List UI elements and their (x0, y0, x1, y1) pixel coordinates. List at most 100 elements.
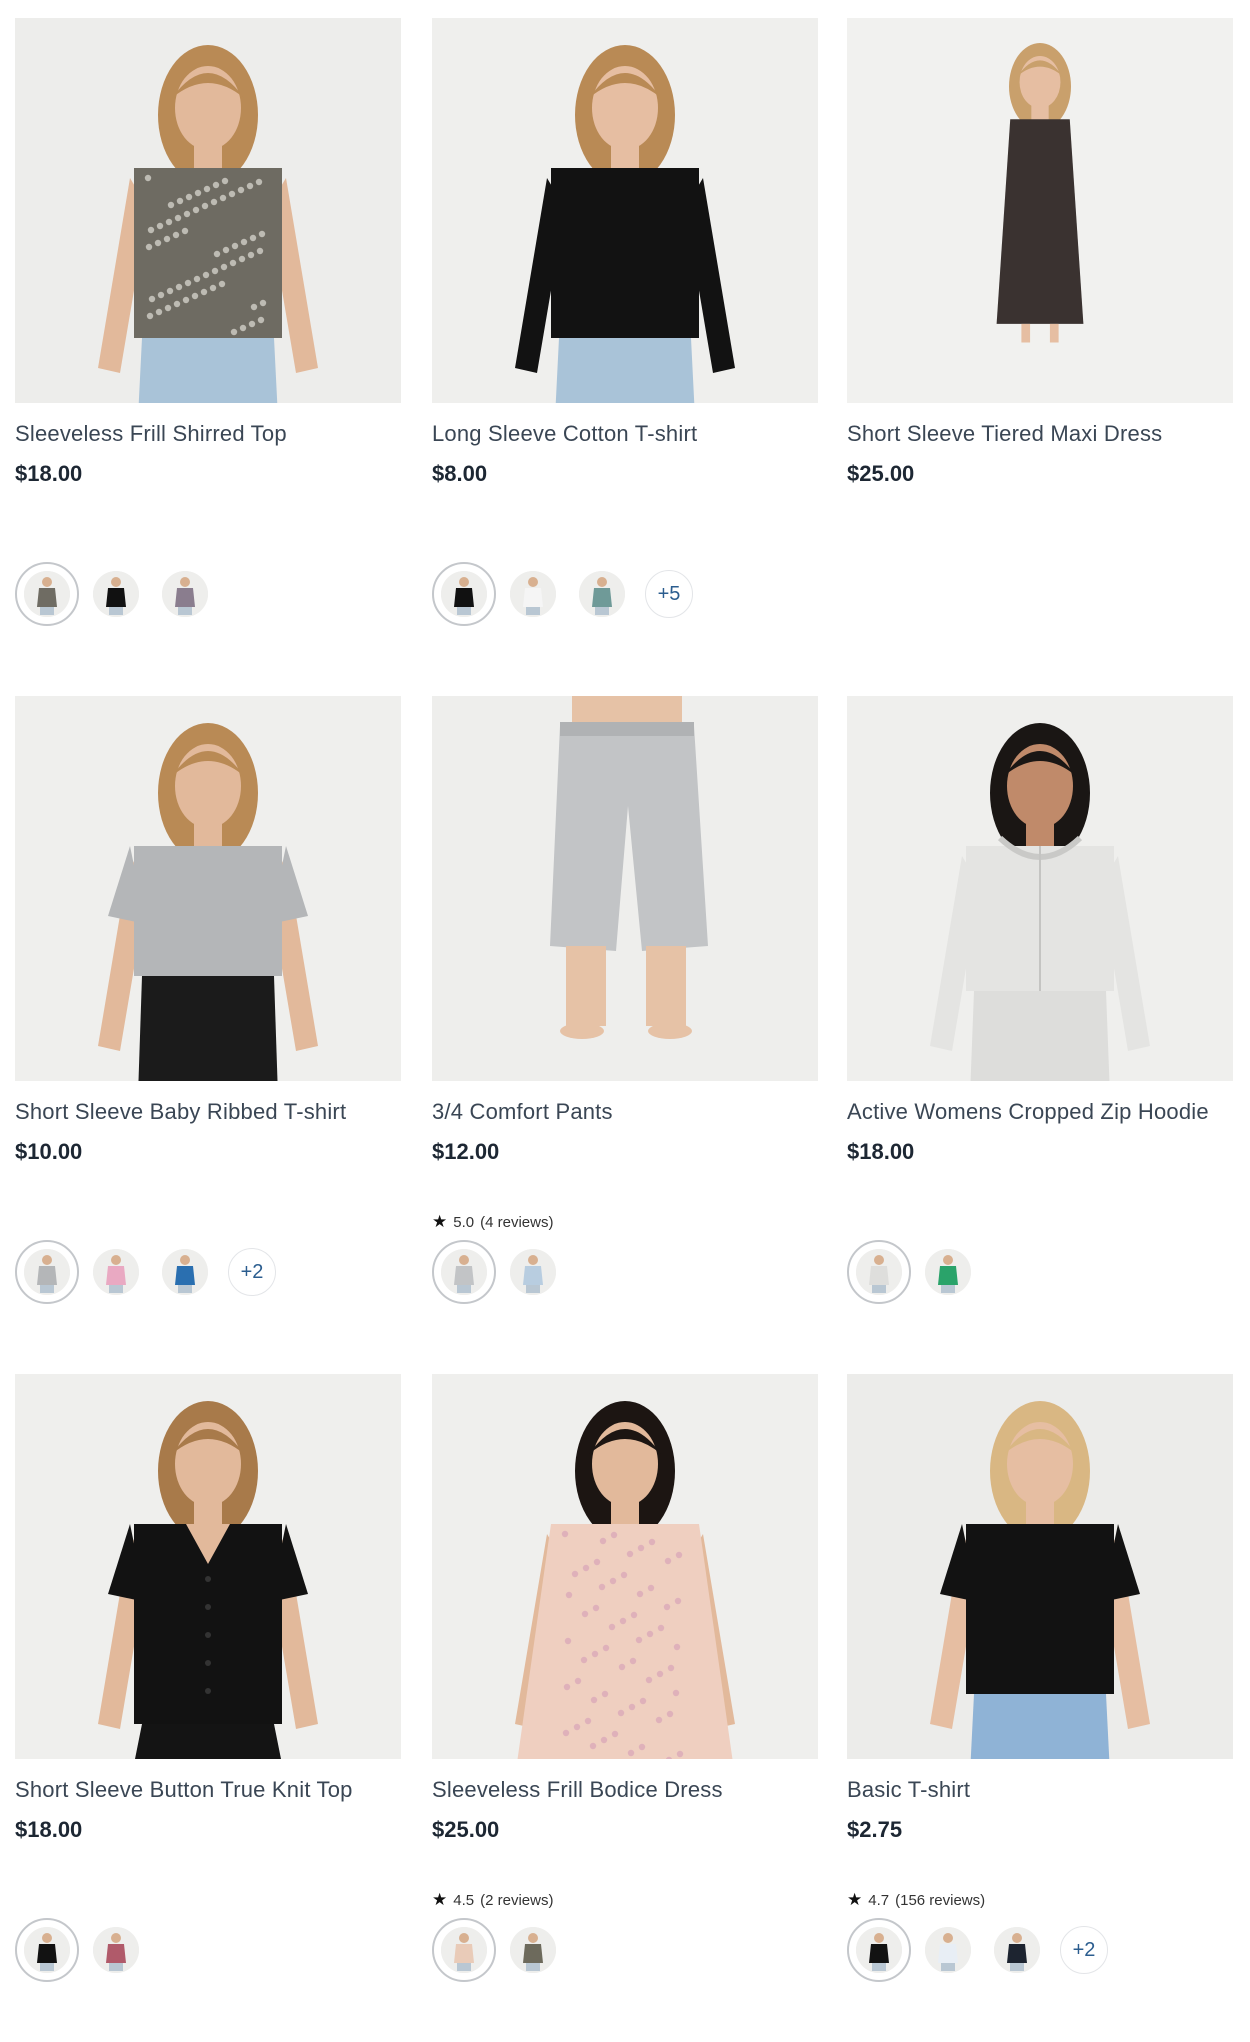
swatch-thumbnail (579, 571, 625, 617)
rating-review-count[interactable]: (156 reviews) (895, 1892, 985, 1909)
color-swatches: +2 (15, 1240, 276, 1304)
swatch-thumbnail (441, 1249, 487, 1295)
color-swatch[interactable] (432, 1240, 496, 1304)
product-price: $18.00 (847, 1139, 915, 1164)
product-image[interactable] (432, 1374, 818, 1759)
rating-score: 5.0 (453, 1213, 475, 1231)
product-price: $10.00 (15, 1139, 83, 1164)
rating-review-count[interactable]: (4 reviews) (480, 1214, 553, 1231)
product-name-link[interactable]: Short Sleeve Button True Knit Top (15, 1777, 401, 1803)
color-swatch[interactable] (432, 1918, 496, 1982)
swatch-thumbnail (93, 1927, 139, 1973)
color-swatch[interactable] (153, 562, 217, 626)
swatch-thumbnail (93, 1249, 139, 1295)
color-swatches: +5 (432, 562, 693, 626)
product-price: $8.00 (432, 461, 488, 486)
color-swatch[interactable] (985, 1918, 1049, 1982)
color-swatch[interactable] (84, 1240, 148, 1304)
star-icon: ★ (432, 1212, 448, 1231)
swatch-thumbnail (856, 1249, 902, 1295)
color-swatch[interactable] (847, 1918, 911, 1982)
product-card: Short Sleeve Baby Ribbed T-shirt $10.00 +2 (15, 696, 401, 1316)
color-swatch[interactable] (84, 562, 148, 626)
swatch-thumbnail (162, 571, 208, 617)
product-rating: ★ 5.0 (4 reviews) (432, 1212, 553, 1232)
rating-score: 4.5 (453, 1891, 475, 1909)
color-swatches (432, 1918, 565, 1982)
product-image[interactable] (847, 696, 1233, 1081)
swatch-thumbnail (24, 1249, 70, 1295)
color-swatch[interactable] (432, 562, 496, 626)
color-swatches (432, 1240, 565, 1304)
color-swatch[interactable] (847, 1240, 911, 1304)
product-name-link[interactable]: Short Sleeve Tiered Maxi Dress (847, 421, 1233, 447)
color-swatch[interactable] (15, 1240, 79, 1304)
product-name-link[interactable]: Long Sleeve Cotton T-shirt (432, 421, 818, 447)
color-swatch[interactable] (916, 1240, 980, 1304)
color-swatch[interactable] (916, 1918, 980, 1982)
color-swatches (15, 562, 217, 626)
swatch-thumbnail (994, 1927, 1040, 1973)
product-image[interactable] (847, 1374, 1233, 1759)
product-price: $18.00 (15, 461, 83, 486)
color-swatch[interactable] (153, 1240, 217, 1304)
swatch-thumbnail (925, 1249, 971, 1295)
product-price: $2.75 (847, 1817, 903, 1842)
product-image[interactable] (432, 18, 818, 403)
swatch-thumbnail (510, 1249, 556, 1295)
more-colors-button[interactable]: +2 (228, 1248, 276, 1296)
product-name-link[interactable]: Active Womens Cropped Zip Hoodie (847, 1099, 1233, 1125)
color-swatch[interactable] (501, 1240, 565, 1304)
product-card: Active Womens Cropped Zip Hoodie $18.00 (847, 696, 1233, 1316)
rating-score: 4.7 (868, 1891, 890, 1909)
color-swatch[interactable] (501, 1918, 565, 1982)
swatch-thumbnail (856, 1927, 902, 1973)
swatch-thumbnail (93, 571, 139, 617)
product-image[interactable] (15, 1374, 401, 1759)
product-grid: Sleeveless Frill Shirred Top $18.00 Long S… (0, 0, 1250, 2042)
product-card: Short Sleeve Button True Knit Top $18.00 (15, 1374, 401, 1994)
product-price: $25.00 (432, 1817, 500, 1842)
swatch-thumbnail (925, 1927, 971, 1973)
swatch-thumbnail (162, 1249, 208, 1295)
swatch-thumbnail (24, 1927, 70, 1973)
product-rating: ★ 4.5 (2 reviews) (432, 1890, 553, 1910)
color-swatch[interactable] (84, 1918, 148, 1982)
product-image[interactable] (15, 696, 401, 1081)
star-icon: ★ (847, 1890, 863, 1909)
product-card: Sleeveless Frill Shirred Top $18.00 (15, 18, 401, 638)
product-name-link[interactable]: Short Sleeve Baby Ribbed T-shirt (15, 1099, 401, 1125)
color-swatches (847, 1240, 980, 1304)
more-colors-button[interactable]: +5 (645, 570, 693, 618)
product-image[interactable] (432, 696, 818, 1081)
swatch-thumbnail (441, 571, 487, 617)
product-card: Basic T-shirt $2.75 ★ 4.7 (156 reviews) +2 (847, 1374, 1233, 1994)
swatch-thumbnail (510, 571, 556, 617)
color-swatches (15, 1918, 148, 1982)
product-name-link[interactable]: Sleeveless Frill Shirred Top (15, 421, 401, 447)
color-swatch[interactable] (15, 1918, 79, 1982)
product-rating: ★ 4.7 (156 reviews) (847, 1890, 985, 1910)
swatch-thumbnail (441, 1927, 487, 1973)
product-name-link[interactable]: Sleeveless Frill Bodice Dress (432, 1777, 818, 1803)
color-swatches: +2 (847, 1918, 1108, 1982)
product-name-link[interactable]: 3/4 Comfort Pants (432, 1099, 818, 1125)
color-swatch[interactable] (15, 562, 79, 626)
product-price: $25.00 (847, 461, 915, 486)
product-card: Sleeveless Frill Bodice Dress $25.00 ★ 4.5 (… (432, 1374, 818, 1994)
swatch-thumbnail (24, 571, 70, 617)
swatch-thumbnail (510, 1927, 556, 1973)
color-swatch[interactable] (570, 562, 634, 626)
rating-review-count[interactable]: (2 reviews) (480, 1892, 553, 1909)
product-price: $12.00 (432, 1139, 500, 1164)
product-name-link[interactable]: Basic T-shirt (847, 1777, 1233, 1803)
product-card: 3/4 Comfort Pants $12.00 ★ 5.0 (4 reviews) (432, 696, 818, 1316)
product-price: $18.00 (15, 1817, 83, 1842)
product-card: Short Sleeve Tiered Maxi Dress $25.00 (847, 18, 1233, 638)
product-image[interactable] (15, 18, 401, 403)
color-swatch[interactable] (501, 562, 565, 626)
product-card: Long Sleeve Cotton T-shirt $8.00 +5 (432, 18, 818, 638)
star-icon: ★ (432, 1890, 448, 1909)
product-image[interactable] (847, 18, 1233, 403)
more-colors-button[interactable]: +2 (1060, 1926, 1108, 1974)
